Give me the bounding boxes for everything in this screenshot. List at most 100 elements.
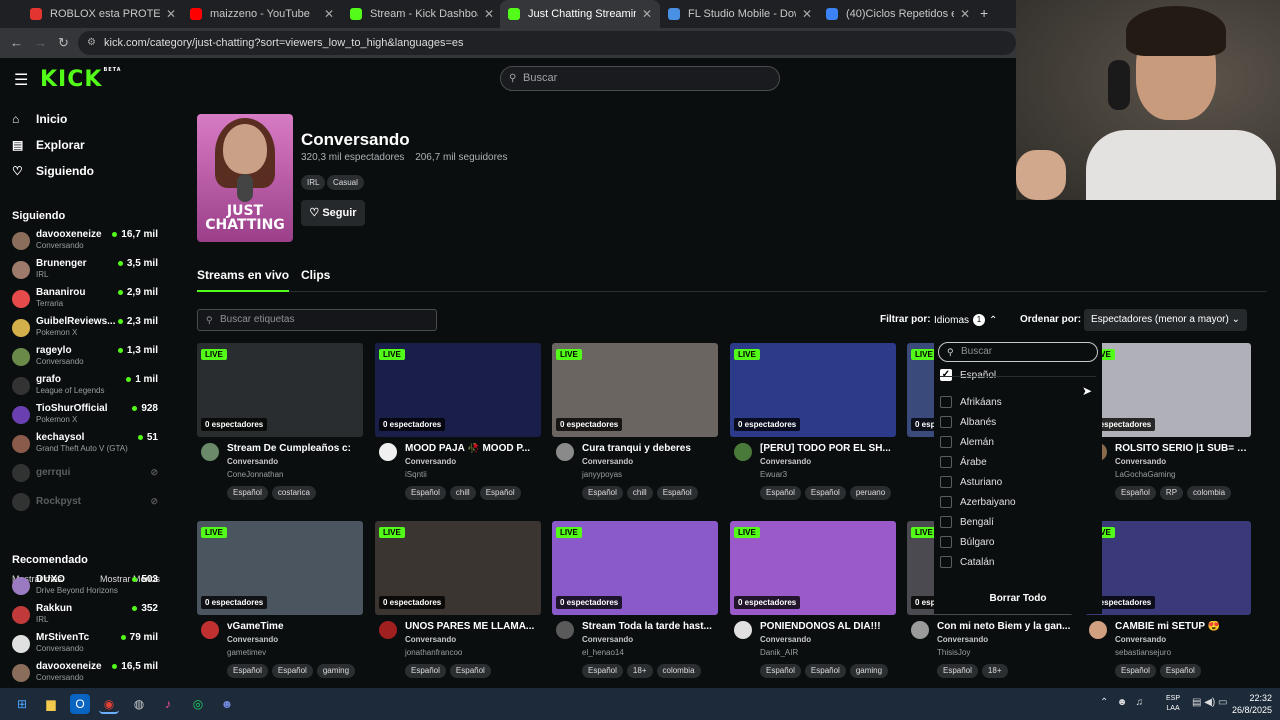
- stream-tag[interactable]: Español: [449, 664, 491, 678]
- language-option[interactable]: Árabe: [940, 455, 987, 469]
- sidebar-channel[interactable]: davooxeneize Conversando 16,7 mil: [12, 229, 162, 257]
- sidebar-channel[interactable]: Bananirou Terraria 2,9 mil: [12, 287, 162, 315]
- stream-tag[interactable]: Español: [582, 486, 623, 500]
- stream-tag[interactable]: gaming: [849, 664, 889, 678]
- language-search-input[interactable]: ⚲ Buscar: [938, 342, 1098, 362]
- language-option[interactable]: Búlgaro: [940, 535, 994, 549]
- streamer-name[interactable]: jonathanfrancoo: [405, 648, 462, 657]
- stream-tag[interactable]: Español: [227, 664, 268, 678]
- streamer-name[interactable]: Ewuar3: [760, 470, 787, 479]
- sidebar-channel[interactable]: gerrqui ⊘: [12, 461, 162, 489]
- streamer-avatar[interactable]: [556, 443, 574, 461]
- streamer-avatar[interactable]: [379, 621, 397, 639]
- close-icon[interactable]: ✕: [960, 7, 970, 21]
- stream-tag[interactable]: chill: [449, 486, 476, 500]
- site-info-icon[interactable]: ⚙: [87, 31, 96, 55]
- stream-thumbnail[interactable]: LIVE0 espectadores: [197, 343, 363, 437]
- stream-category[interactable]: Conversando: [405, 635, 456, 644]
- github-icon[interactable]: ◍: [129, 694, 149, 714]
- follow-button[interactable]: ♡ Seguir: [301, 200, 365, 226]
- stream-tag[interactable]: RP: [1159, 486, 1184, 500]
- streamer-avatar[interactable]: [201, 443, 219, 461]
- sidebar-channel[interactable]: Rockpyst ⊘: [12, 490, 162, 518]
- stream-title[interactable]: MOOD PAJA 🥀 MOOD P...: [405, 443, 541, 454]
- stream-tag[interactable]: colombia: [656, 664, 701, 678]
- stream-tag[interactable]: Español: [760, 664, 801, 678]
- browser-tab[interactable]: Just Chatting Streaming - Live S ✕: [500, 0, 660, 28]
- stream-title[interactable]: ROLSITO SERIO |1 SUB= U...: [1115, 443, 1251, 454]
- close-icon[interactable]: ✕: [802, 7, 812, 21]
- stream-thumbnail[interactable]: LIVE0 espectadores: [730, 343, 896, 437]
- stream-tag[interactable]: peruano: [849, 486, 892, 500]
- stream-card[interactable]: LIVE0 espectadores ROLSITO SERIO |1 SUB= …: [1085, 343, 1251, 503]
- stream-tag[interactable]: gaming: [316, 664, 356, 678]
- stream-thumbnail[interactable]: LIVE0 espectadores: [552, 343, 718, 437]
- sidebar-channel[interactable]: Brunenger IRL 3,5 mil: [12, 258, 162, 286]
- stream-card[interactable]: LIVE 0 espectadores Stream De Cumpleaños c…: [197, 343, 363, 503]
- category-tag-casual[interactable]: Casual: [327, 175, 364, 190]
- sidebar-recommended-channel[interactable]: Rakkun IRL 352: [12, 603, 162, 631]
- clock[interactable]: 22:32 26/8/2025: [1232, 692, 1272, 716]
- kick-logo[interactable]: KICKBETA: [40, 67, 122, 92]
- url-input[interactable]: ⚙ kick.com/category/just-chatting?sort=v…: [78, 31, 1016, 55]
- stream-category[interactable]: Conversando: [227, 635, 278, 644]
- streamer-avatar[interactable]: [556, 621, 574, 639]
- reload-icon[interactable]: ↻: [58, 35, 69, 51]
- stream-title[interactable]: Cura tranqui y deberes: [582, 443, 718, 454]
- stream-card[interactable]: LIVE 0 espectadores [PERU] TODO POR EL SH.…: [730, 343, 896, 503]
- network-volume-icons[interactable]: ▤ ◀) ▭: [1192, 697, 1227, 708]
- streamer-name[interactable]: sebastiansejuro: [1115, 648, 1171, 657]
- stream-category[interactable]: Conversando: [582, 635, 633, 644]
- stream-tag[interactable]: costarica: [271, 486, 316, 500]
- stream-tag[interactable]: Español: [1159, 664, 1201, 678]
- checkbox[interactable]: [940, 496, 952, 508]
- stream-thumbnail[interactable]: LIVE0 espectadores: [1085, 521, 1251, 615]
- sidebar-channel[interactable]: grafo League of Legends 1 mil: [12, 374, 162, 402]
- stream-card[interactable]: LIVE 0 espectadores PONIENDONOS AL DIA!!! C…: [730, 521, 896, 681]
- stream-tag[interactable]: Español: [804, 486, 846, 500]
- stream-tag[interactable]: Español: [405, 664, 446, 678]
- stream-thumbnail[interactable]: LIVE0 espectadores: [552, 521, 718, 615]
- streamer-name[interactable]: ConeJonnathan: [227, 470, 284, 479]
- streamer-name[interactable]: Danik_AIR: [760, 648, 798, 657]
- checkbox[interactable]: [940, 456, 952, 468]
- file-explorer-icon[interactable]: ▆: [41, 694, 61, 714]
- close-icon[interactable]: ✕: [166, 7, 176, 21]
- stream-category[interactable]: Conversando: [760, 457, 811, 466]
- streamer-name[interactable]: janyypoyas: [582, 470, 622, 479]
- stream-tag[interactable]: Español: [1115, 486, 1156, 500]
- tiktok-icon[interactable]: ♪: [158, 694, 178, 714]
- stream-category[interactable]: Conversando: [760, 635, 811, 644]
- stream-thumbnail[interactable]: LIVE0 espectadores: [375, 343, 541, 437]
- language-option[interactable]: Azerbaiyano: [940, 495, 1016, 509]
- checkbox[interactable]: [940, 556, 952, 568]
- forward-icon[interactable]: →: [34, 35, 47, 50]
- sidebar-nav-inicio[interactable]: ⌂ Inicio: [12, 112, 67, 126]
- streamer-avatar[interactable]: [734, 443, 752, 461]
- stream-card[interactable]: LIVE 0 espectadores UNOS PARES ME LLAMA...…: [375, 521, 541, 681]
- stream-tag[interactable]: Español: [937, 664, 978, 678]
- browser-tab[interactable]: Stream - Kick Dashboard ✕: [342, 0, 502, 28]
- tab-streams-live[interactable]: Streams en vivo: [197, 268, 290, 292]
- language-option[interactable]: Catalán: [940, 555, 994, 569]
- new-tab-button[interactable]: +: [980, 5, 988, 21]
- stream-category[interactable]: Conversando: [1115, 635, 1166, 644]
- browser-tab[interactable]: maizzeno - YouTube ✕: [182, 0, 342, 28]
- stream-tag[interactable]: Español: [804, 664, 846, 678]
- stream-title[interactable]: [PERU] TODO POR EL SH...: [760, 443, 896, 454]
- streamer-name[interactable]: gametimev: [227, 648, 266, 657]
- stream-tag[interactable]: Español: [227, 486, 268, 500]
- streamer-name[interactable]: iSqntii: [405, 470, 427, 479]
- sidebar-recommended-channel[interactable]: davooxeneize Conversando 16,5 mil: [12, 661, 162, 688]
- close-icon[interactable]: ✕: [324, 7, 334, 21]
- menu-icon[interactable]: ☰: [14, 70, 28, 90]
- stream-title[interactable]: PONIENDONOS AL DIA!!!: [760, 621, 896, 632]
- stream-card[interactable]: LIVE0 espectadores CAMBIÉ mi SETUP 😍 Conve…: [1085, 521, 1251, 681]
- sidebar-channel[interactable]: kechaysol Grand Theft Auto V (GTA) 51: [12, 432, 162, 460]
- checkbox[interactable]: [940, 396, 952, 408]
- spotify-icon[interactable]: ◎: [188, 694, 208, 714]
- close-icon[interactable]: ✕: [642, 7, 652, 21]
- stream-tag[interactable]: Español: [1115, 664, 1156, 678]
- checkbox[interactable]: [940, 436, 952, 448]
- stream-title[interactable]: CAMBIÉ mi SETUP 😍: [1115, 621, 1251, 632]
